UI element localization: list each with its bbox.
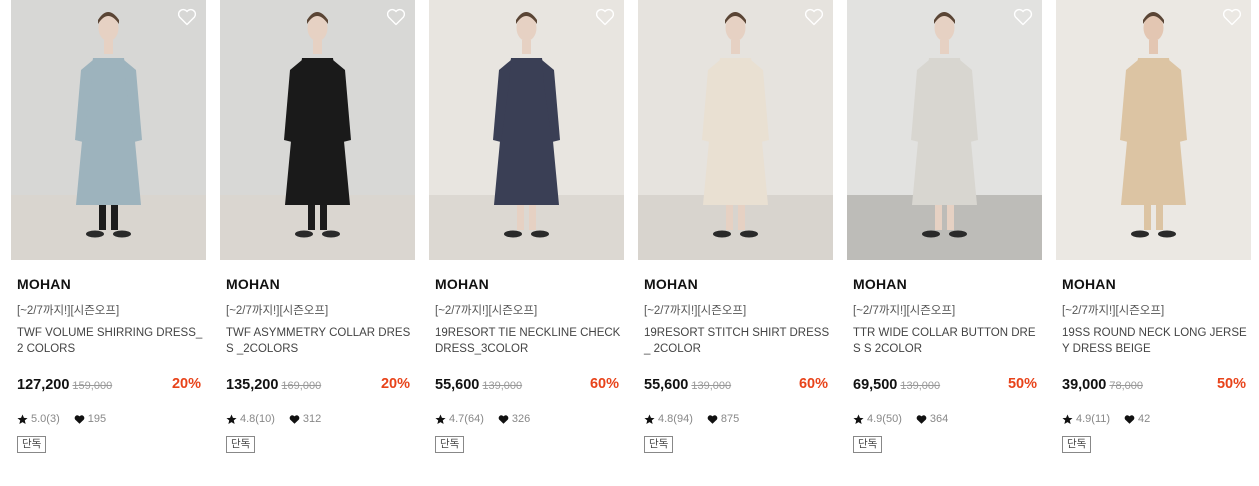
heart-icon xyxy=(289,414,300,424)
discount-rate: 20% xyxy=(171,376,201,392)
star-icon xyxy=(17,414,28,424)
rating-value: 4.7(64) xyxy=(449,413,484,425)
star-icon xyxy=(435,414,446,424)
brand-name[interactable]: MOHAN xyxy=(226,276,280,292)
sale-price: 135,200 xyxy=(226,377,279,393)
brand-name[interactable]: MOHAN xyxy=(17,276,71,292)
likes-count: 195 xyxy=(87,413,107,425)
heart-icon xyxy=(498,414,509,424)
heart-icon xyxy=(707,414,718,424)
product-image[interactable] xyxy=(638,0,833,260)
star-icon xyxy=(226,414,237,424)
product-card[interactable]: MOHAN [~2/7까지!][시즌오프] TWF ASYMMETRY COLL… xyxy=(220,0,415,486)
sale-price: 69,500 xyxy=(853,377,898,393)
original-price: 139,000 xyxy=(900,380,941,392)
review-meta: 4.9(11) 42 xyxy=(1062,411,1150,427)
wishlist-heart-icon[interactable] xyxy=(804,8,824,26)
likes-count: 312 xyxy=(302,413,322,425)
exclusive-badge: 단독 xyxy=(853,436,883,453)
product-image[interactable] xyxy=(11,0,206,260)
product-card[interactable]: MOHAN [~2/7까지!][시즌오프] 19SS ROUND NECK LO… xyxy=(1056,0,1251,486)
star-icon xyxy=(644,414,655,424)
exclusive-badge: 단독 xyxy=(1062,436,1092,453)
price-row: 39,000 78,000 50% xyxy=(1062,376,1246,396)
sale-price: 127,200 xyxy=(17,377,70,393)
sale-price: 55,600 xyxy=(435,377,480,393)
brand-name[interactable]: MOHAN xyxy=(644,276,698,292)
product-card[interactable]: MOHAN [~2/7까지!][시즌오프] 19RESORT TIE NECKL… xyxy=(429,0,624,486)
discount-rate: 60% xyxy=(589,376,619,392)
price-row: 135,200 169,000 20% xyxy=(226,376,410,396)
product-name[interactable]: 19RESORT STITCH SHIRT DRESS_ 2COLOR xyxy=(644,325,834,357)
promo-label: [~2/7까지!][시즌오프] xyxy=(17,305,120,317)
discount-rate: 20% xyxy=(380,376,410,392)
promo-label: [~2/7까지!][시즌오프] xyxy=(226,305,329,317)
brand-name[interactable]: MOHAN xyxy=(853,276,907,292)
product-card[interactable]: MOHAN [~2/7까지!][시즌오프] 19RESORT STITCH SH… xyxy=(638,0,833,486)
price-row: 55,600 139,000 60% xyxy=(644,376,828,396)
product-card[interactable]: MOHAN [~2/7까지!][시즌오프] TWF VOLUME SHIRRIN… xyxy=(11,0,206,486)
promo-label: [~2/7까지!][시즌오프] xyxy=(853,305,956,317)
original-price: 78,000 xyxy=(1109,380,1144,392)
wishlist-heart-icon[interactable] xyxy=(1013,8,1033,26)
wishlist-heart-icon[interactable] xyxy=(1222,8,1242,26)
original-price: 159,000 xyxy=(72,380,113,392)
discount-rate: 60% xyxy=(798,376,828,392)
likes-count: 326 xyxy=(511,413,531,425)
heart-icon xyxy=(916,414,927,424)
likes-count: 42 xyxy=(1138,413,1151,425)
discount-rate: 50% xyxy=(1216,376,1246,392)
price-row: 69,500 139,000 50% xyxy=(853,376,1037,396)
product-name[interactable]: TTR WIDE COLLAR BUTTON DRES S 2COLOR xyxy=(853,325,1043,357)
promo-label: [~2/7까지!][시즌오프] xyxy=(435,305,538,317)
wishlist-heart-icon[interactable] xyxy=(177,8,197,26)
promo-label: [~2/7까지!][시즌오프] xyxy=(1062,305,1165,317)
discount-rate: 50% xyxy=(1007,376,1037,392)
brand-name[interactable]: MOHAN xyxy=(435,276,489,292)
wishlist-heart-icon[interactable] xyxy=(386,8,406,26)
exclusive-badge: 단독 xyxy=(226,436,256,453)
sale-price: 55,600 xyxy=(644,377,689,393)
product-name[interactable]: TWF VOLUME SHIRRING DRESS_2 COLORS xyxy=(17,325,207,357)
promo-label: [~2/7까지!][시즌오프] xyxy=(644,305,747,317)
product-grid: MOHAN [~2/7까지!][시즌오프] TWF VOLUME SHIRRIN… xyxy=(0,0,1259,486)
original-price: 169,000 xyxy=(281,380,322,392)
sale-price: 39,000 xyxy=(1062,377,1107,393)
product-name[interactable]: TWF ASYMMETRY COLLAR DRESS _2COLORS xyxy=(226,325,416,357)
rating-value: 4.8(10) xyxy=(240,413,275,425)
rating-value: 4.9(50) xyxy=(867,413,902,425)
exclusive-badge: 단독 xyxy=(435,436,465,453)
rating-value: 4.9(11) xyxy=(1076,413,1111,425)
exclusive-badge: 단독 xyxy=(17,436,47,453)
review-meta: 4.8(94) 875 xyxy=(644,411,739,427)
review-meta: 4.7(64) 326 xyxy=(435,411,530,427)
price-row: 55,600 139,000 60% xyxy=(435,376,619,396)
heart-icon xyxy=(1124,414,1135,424)
rating-value: 5.0(3) xyxy=(31,413,60,425)
heart-icon xyxy=(74,414,85,424)
product-name[interactable]: 19SS ROUND NECK LONG JERSEY DRESS BEIGE xyxy=(1062,325,1252,357)
review-meta: 5.0(3) 195 xyxy=(17,411,106,427)
review-meta: 4.9(50) 364 xyxy=(853,411,948,427)
original-price: 139,000 xyxy=(691,380,732,392)
wishlist-heart-icon[interactable] xyxy=(595,8,615,26)
brand-name[interactable]: MOHAN xyxy=(1062,276,1116,292)
review-meta: 4.8(10) 312 xyxy=(226,411,321,427)
product-image[interactable] xyxy=(1056,0,1251,260)
product-image[interactable] xyxy=(847,0,1042,260)
likes-count: 364 xyxy=(929,413,949,425)
exclusive-badge: 단독 xyxy=(644,436,674,453)
product-name[interactable]: 19RESORT TIE NECKLINE CHECK DRESS_3COLOR xyxy=(435,325,625,357)
likes-count: 875 xyxy=(720,413,740,425)
product-image[interactable] xyxy=(429,0,624,260)
product-image[interactable] xyxy=(220,0,415,260)
star-icon xyxy=(853,414,864,424)
product-card[interactable]: MOHAN [~2/7까지!][시즌오프] TTR WIDE COLLAR BU… xyxy=(847,0,1042,486)
star-icon xyxy=(1062,414,1073,424)
original-price: 139,000 xyxy=(482,380,523,392)
price-row: 127,200 159,000 20% xyxy=(17,376,201,396)
rating-value: 4.8(94) xyxy=(658,413,693,425)
